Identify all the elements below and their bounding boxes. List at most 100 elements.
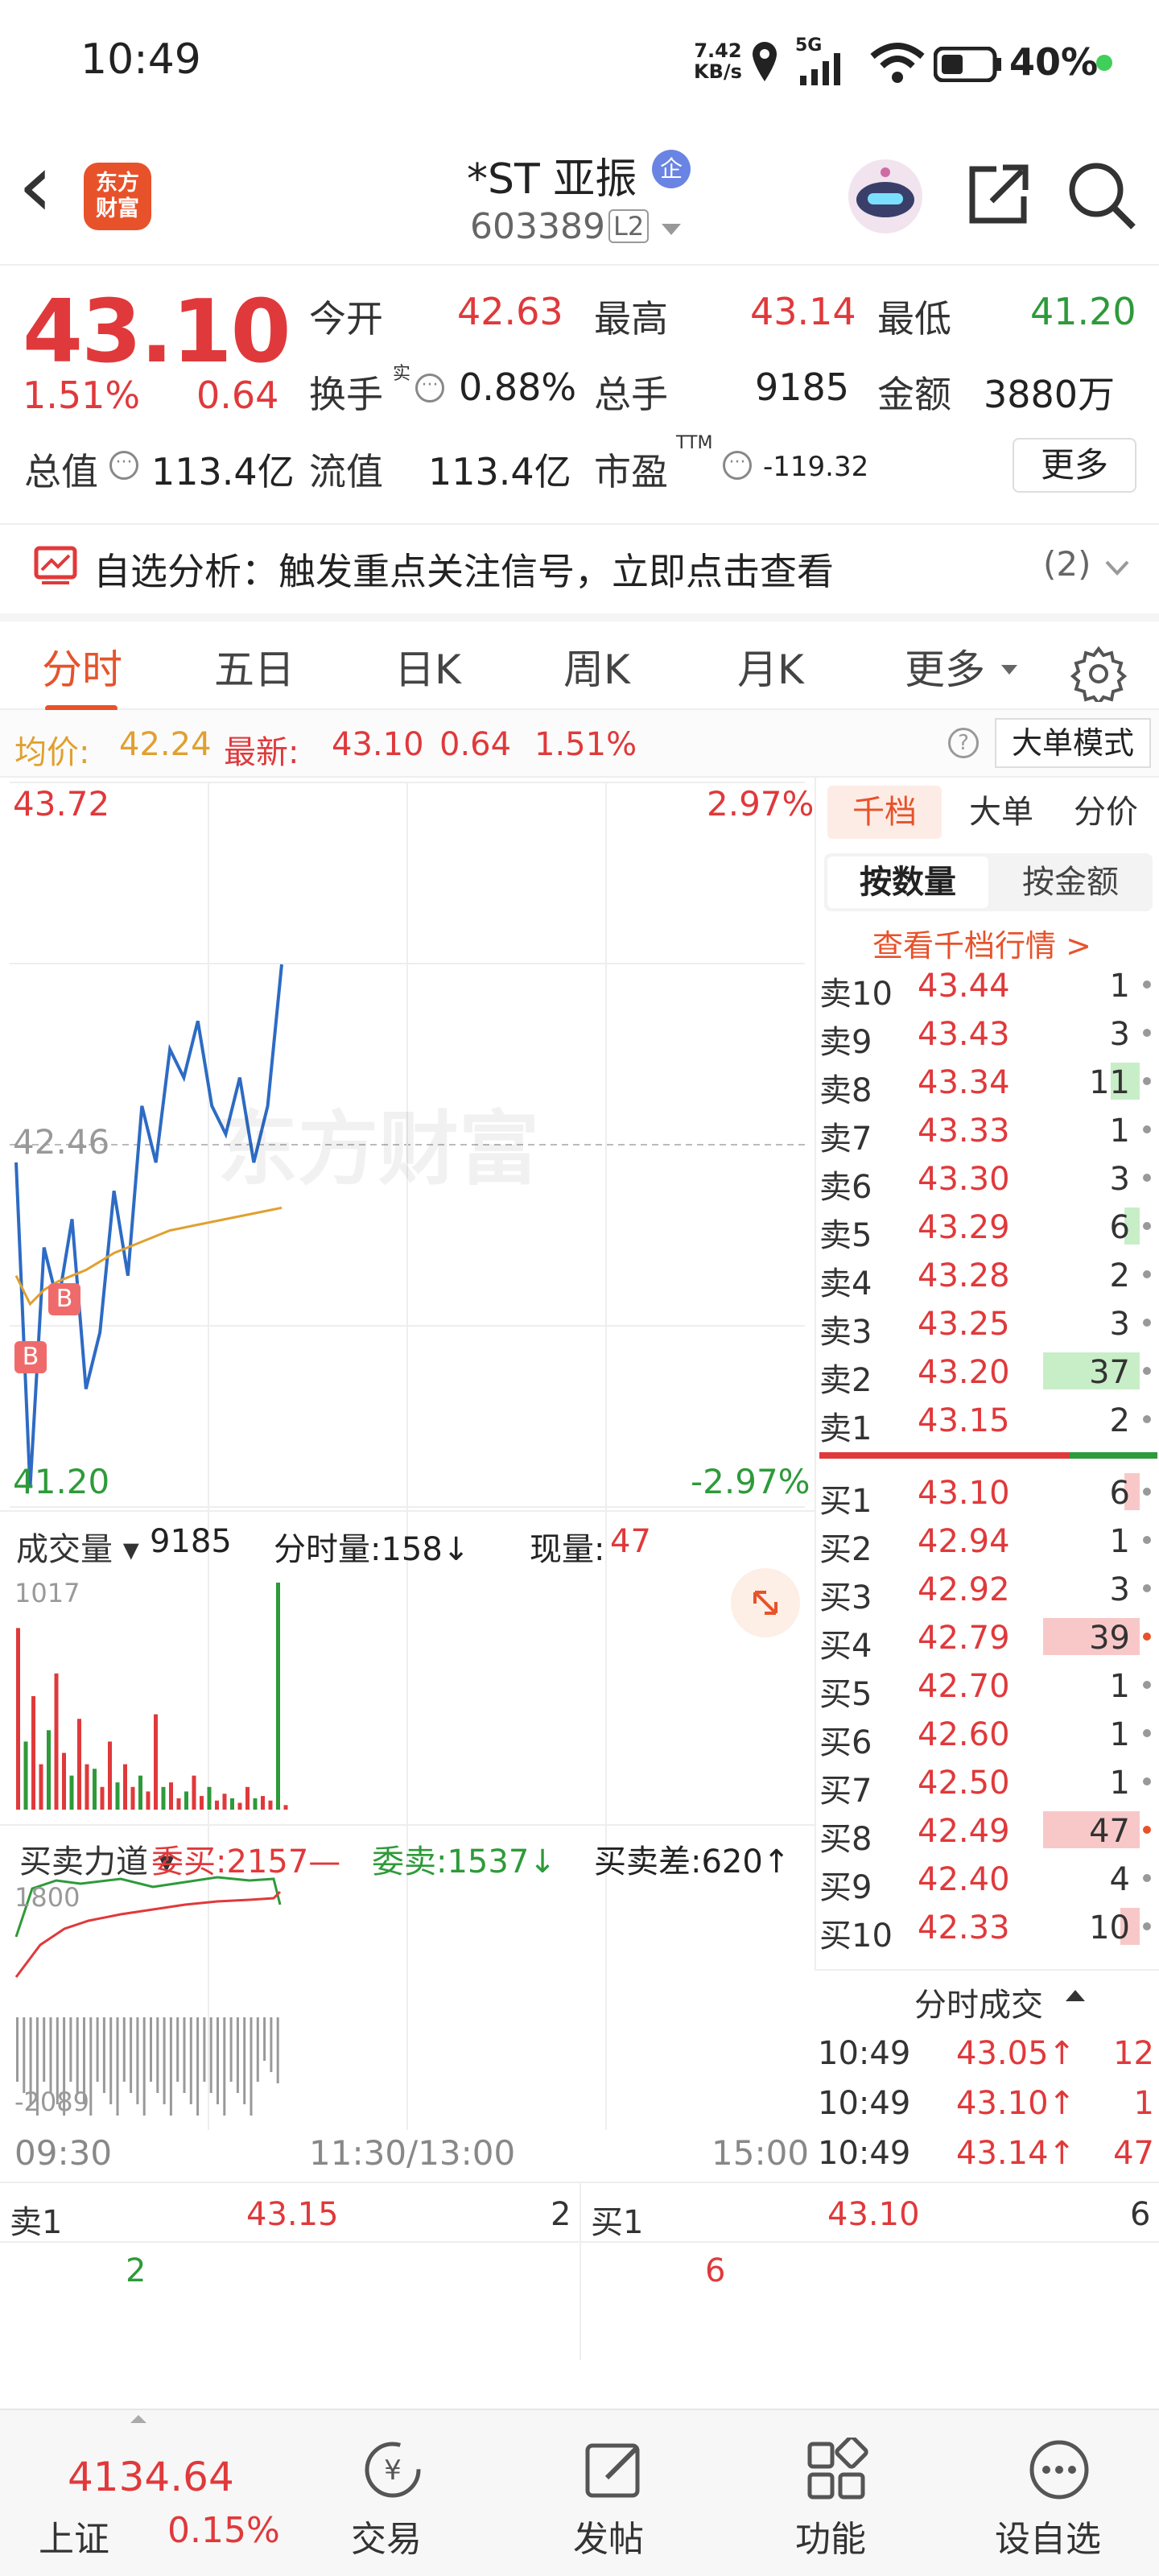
open-label: 今开 <box>309 297 383 341</box>
ask-row[interactable]: 卖5 43.29 6 <box>815 1201 1159 1254</box>
ask-row[interactable]: 卖7 43.33 1 <box>815 1104 1159 1158</box>
analysis-banner[interactable]: 自选分析：触发重点关注信号，立即点击查看 (2) <box>0 523 1159 604</box>
analysis-count: (2) <box>1043 544 1091 584</box>
force-header: 买卖力道 ▾ 委买:2157— 委卖:1537↓ 买卖差:620↑ <box>0 1824 815 1880</box>
book-price: 43.28 <box>918 1257 1010 1294</box>
volume-bar <box>261 1796 265 1810</box>
ask-row[interactable]: 卖6 43.30 3 <box>815 1153 1159 1206</box>
level-badge[interactable]: L2 <box>608 209 650 243</box>
current-volume: 47 <box>610 1523 651 1560</box>
tab-daily-k[interactable]: 日K <box>394 621 461 718</box>
robot-assistant-icon[interactable] <box>845 156 926 237</box>
tab-five-day[interactable]: 五日 <box>214 621 295 718</box>
book-volume: 39 <box>1089 1620 1130 1657</box>
volume-bar <box>184 1791 188 1810</box>
subtab-by-quantity[interactable]: 按数量 <box>827 857 988 908</box>
big-order-mode-button[interactable]: 大单模式 <box>995 718 1151 768</box>
info-icon[interactable]: ··· <box>723 451 752 480</box>
trades-title[interactable]: 分时成交 <box>914 1979 1043 2025</box>
summary-buy-price: 43.10 <box>827 2196 920 2233</box>
volume-header: 成交量 ▾ 9185 分时量:158↓ 现量: 47 <box>0 1510 815 1570</box>
force-diff-bar <box>89 2017 93 2116</box>
signal-icon <box>800 53 840 85</box>
ask-row[interactable]: 卖1 43.15 2 <box>815 1394 1159 1447</box>
book-price: 43.20 <box>918 1354 1010 1391</box>
nav-functions[interactable]: 功能 <box>715 2415 947 2576</box>
volume-bar <box>54 1673 59 1810</box>
info-icon[interactable]: ··· <box>415 374 444 402</box>
bid-row[interactable]: 买4 42.79 39 <box>815 1612 1159 1665</box>
trade-price: 43.05↑ <box>956 2035 1076 2072</box>
book-dot <box>1143 1826 1151 1834</box>
expand-icon[interactable] <box>731 1568 800 1637</box>
sell-queue-count: 2 <box>126 2252 146 2289</box>
force-diff-bar <box>130 2017 133 2093</box>
back-button[interactable]: ‹ <box>18 141 53 229</box>
intraday-chart-area[interactable]: 东方财富 43.72 2.97% 42.46 41.20 -2.97% B B … <box>0 778 815 2182</box>
chevron-up-icon[interactable] <box>1066 1990 1085 2001</box>
ask-row[interactable]: 卖4 43.28 2 <box>815 1249 1159 1302</box>
force-diff-bar <box>69 2017 72 2082</box>
book-volume: 37 <box>1089 1354 1130 1391</box>
trade-time: 10:49 <box>818 2135 911 2172</box>
volume-label: 总手 <box>594 373 668 416</box>
book-volume: 11 <box>1089 1064 1130 1101</box>
more-button[interactable]: 更多 <box>1013 438 1136 493</box>
book-volume: 3 <box>1109 1306 1130 1343</box>
book-volume: 2 <box>1109 1402 1130 1439</box>
bid-row[interactable]: 买3 42.92 3 <box>815 1563 1159 1616</box>
tab-weekly-k[interactable]: 周K <box>563 621 630 718</box>
volume-max-label: 1017 <box>14 1578 80 1608</box>
force-diff-bar <box>276 2017 279 2083</box>
volume-selector[interactable]: 成交量 ▾ <box>16 1523 139 1570</box>
book-dot <box>1143 1536 1151 1544</box>
tab-price-dist[interactable]: 分价 <box>1058 786 1154 839</box>
bid-row[interactable]: 买7 42.50 1 <box>815 1757 1159 1810</box>
search-icon[interactable] <box>1066 159 1138 232</box>
ask-row[interactable]: 卖2 43.20 37 <box>815 1346 1159 1399</box>
nav-trade[interactable]: ¥ 交易 <box>270 2415 502 2576</box>
ask-row[interactable]: 卖3 43.25 3 <box>815 1298 1159 1351</box>
ask-row[interactable]: 卖9 43.43 3 <box>815 1008 1159 1061</box>
force-diff-bar <box>196 2017 200 2116</box>
tab-thousand-level[interactable]: 千档 <box>827 786 942 839</box>
enterprise-badge: 企 <box>652 150 691 188</box>
nav-add-watchlist[interactable]: 设自选 <box>937 2415 1159 2576</box>
tab-more[interactable]: 更多 <box>905 621 985 718</box>
bid-row[interactable]: 买9 42.40 4 <box>815 1853 1159 1906</box>
volume-bar <box>93 1769 97 1810</box>
ask-row[interactable]: 卖8 43.34 11 <box>815 1056 1159 1109</box>
buy-marker[interactable]: B <box>14 1341 47 1373</box>
force-diff-bar <box>43 2017 46 2082</box>
chevron-down-icon[interactable] <box>662 224 681 235</box>
tab-intraday[interactable]: 分时 <box>42 621 122 718</box>
tab-monthly-k[interactable]: 月K <box>737 621 804 718</box>
pct-top-label: 2.97% <box>707 784 815 824</box>
time-start-label: 09:30 <box>14 2133 113 2173</box>
bid-row[interactable]: 买2 42.94 1 <box>815 1515 1159 1568</box>
tab-big-order[interactable]: 大单 <box>953 786 1050 839</box>
info-icon[interactable]: ··· <box>109 451 138 480</box>
avg-value: 42.24 <box>119 726 212 763</box>
gear-icon[interactable] <box>1070 646 1127 702</box>
pe-label: 市盈 <box>594 450 668 493</box>
book-price: 42.33 <box>918 1909 1010 1946</box>
bid-row[interactable]: 买8 42.49 47 <box>815 1805 1159 1858</box>
level1-summary: 卖1 43.15 2 买1 43.10 6 <box>0 2182 1159 2360</box>
buy-marker[interactable]: B <box>48 1283 80 1315</box>
bid-row[interactable]: 买5 42.70 1 <box>815 1660 1159 1713</box>
force-diff-bar <box>176 2017 179 2082</box>
share-icon[interactable] <box>964 159 1029 227</box>
bid-row[interactable]: 买10 42.33 10 <box>815 1901 1159 1955</box>
ask-row[interactable]: 卖10 43.44 1 <box>815 960 1159 1013</box>
help-icon[interactable]: ? <box>948 728 979 758</box>
trade-row: 10:49 43.14↑ 47 <box>815 2128 1159 2178</box>
battery-level: 40% <box>1009 40 1099 84</box>
nav-post[interactable]: 发帖 <box>493 2415 724 2576</box>
book-volume: 1 <box>1109 1716 1130 1753</box>
bid-row[interactable]: 买6 42.60 1 <box>815 1708 1159 1761</box>
subtab-by-amount[interactable]: 按金额 <box>992 857 1149 908</box>
app-logo[interactable]: 东方 财富 <box>84 163 151 230</box>
bid-row[interactable]: 买1 43.10 6 <box>815 1467 1159 1520</box>
view-thousand-link[interactable]: 查看千档行情 > <box>872 921 1091 965</box>
